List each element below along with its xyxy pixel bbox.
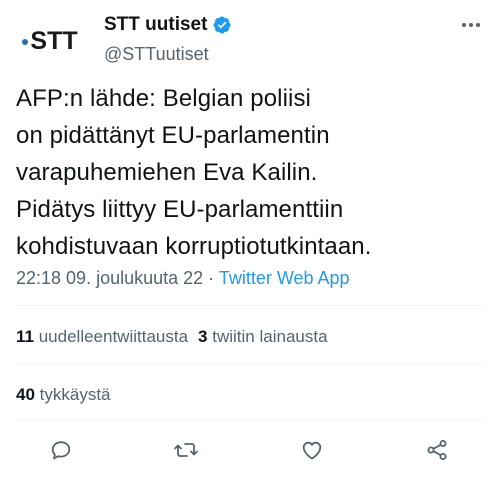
more-dots-icon[interactable] [454,12,488,38]
engagement-stats: 11 uudelleentwiittausta 3 twiitin lainau… [16,327,328,347]
verified-badge-icon [213,16,231,34]
likes-count: 40 [16,385,35,404]
heart-icon [302,441,322,460]
likes-stat[interactable]: 40 tykkäystä [16,385,111,405]
more-dot [476,23,480,27]
like-button[interactable] [292,430,332,470]
tweet-timestamp[interactable]: 22:18 09. joulukuuta 22 [16,268,203,288]
share-button[interactable] [417,430,457,470]
action-bar [0,430,500,470]
retweets-stat[interactable]: 11 uudelleentwiittausta [16,327,188,347]
more-dot [469,23,473,27]
quotes-label: twiitin lainausta [212,327,328,346]
retweets-count: 11 [16,327,34,346]
reply-icon [51,441,71,460]
avatar[interactable]: STT [16,16,84,66]
retweet-icon [174,443,198,457]
reply-button[interactable] [41,430,81,470]
retweets-label: uudelleentwiittausta [38,327,189,346]
avatar-logo-text: STT [30,26,78,55]
meta-separator: · [203,268,219,288]
quotes-stat[interactable]: 3 twiitin lainausta [198,327,327,347]
divider [16,420,484,421]
tweet-header: STT STT uutiset @STTuutiset [0,0,500,80]
share-icon [427,440,447,460]
divider [16,363,484,364]
source-app-link[interactable]: Twitter Web App [219,268,350,288]
quotes-count: 3 [198,327,208,346]
tweet-text: AFP:n lähde: Belgian poliisi on pidättän… [16,85,372,260]
more-dot [462,23,466,27]
name-row: STT uutiset [104,14,232,36]
tweet-meta: 22:18 09. joulukuuta 22 · Twitter Web Ap… [16,268,350,289]
account-handle[interactable]: @STTuutiset [104,44,209,65]
account-name[interactable]: STT uutiset [104,14,207,36]
likes-label: tykkäystä [39,385,111,404]
logo-dot [22,39,29,45]
divider [16,305,484,306]
retweet-button[interactable] [166,430,206,470]
